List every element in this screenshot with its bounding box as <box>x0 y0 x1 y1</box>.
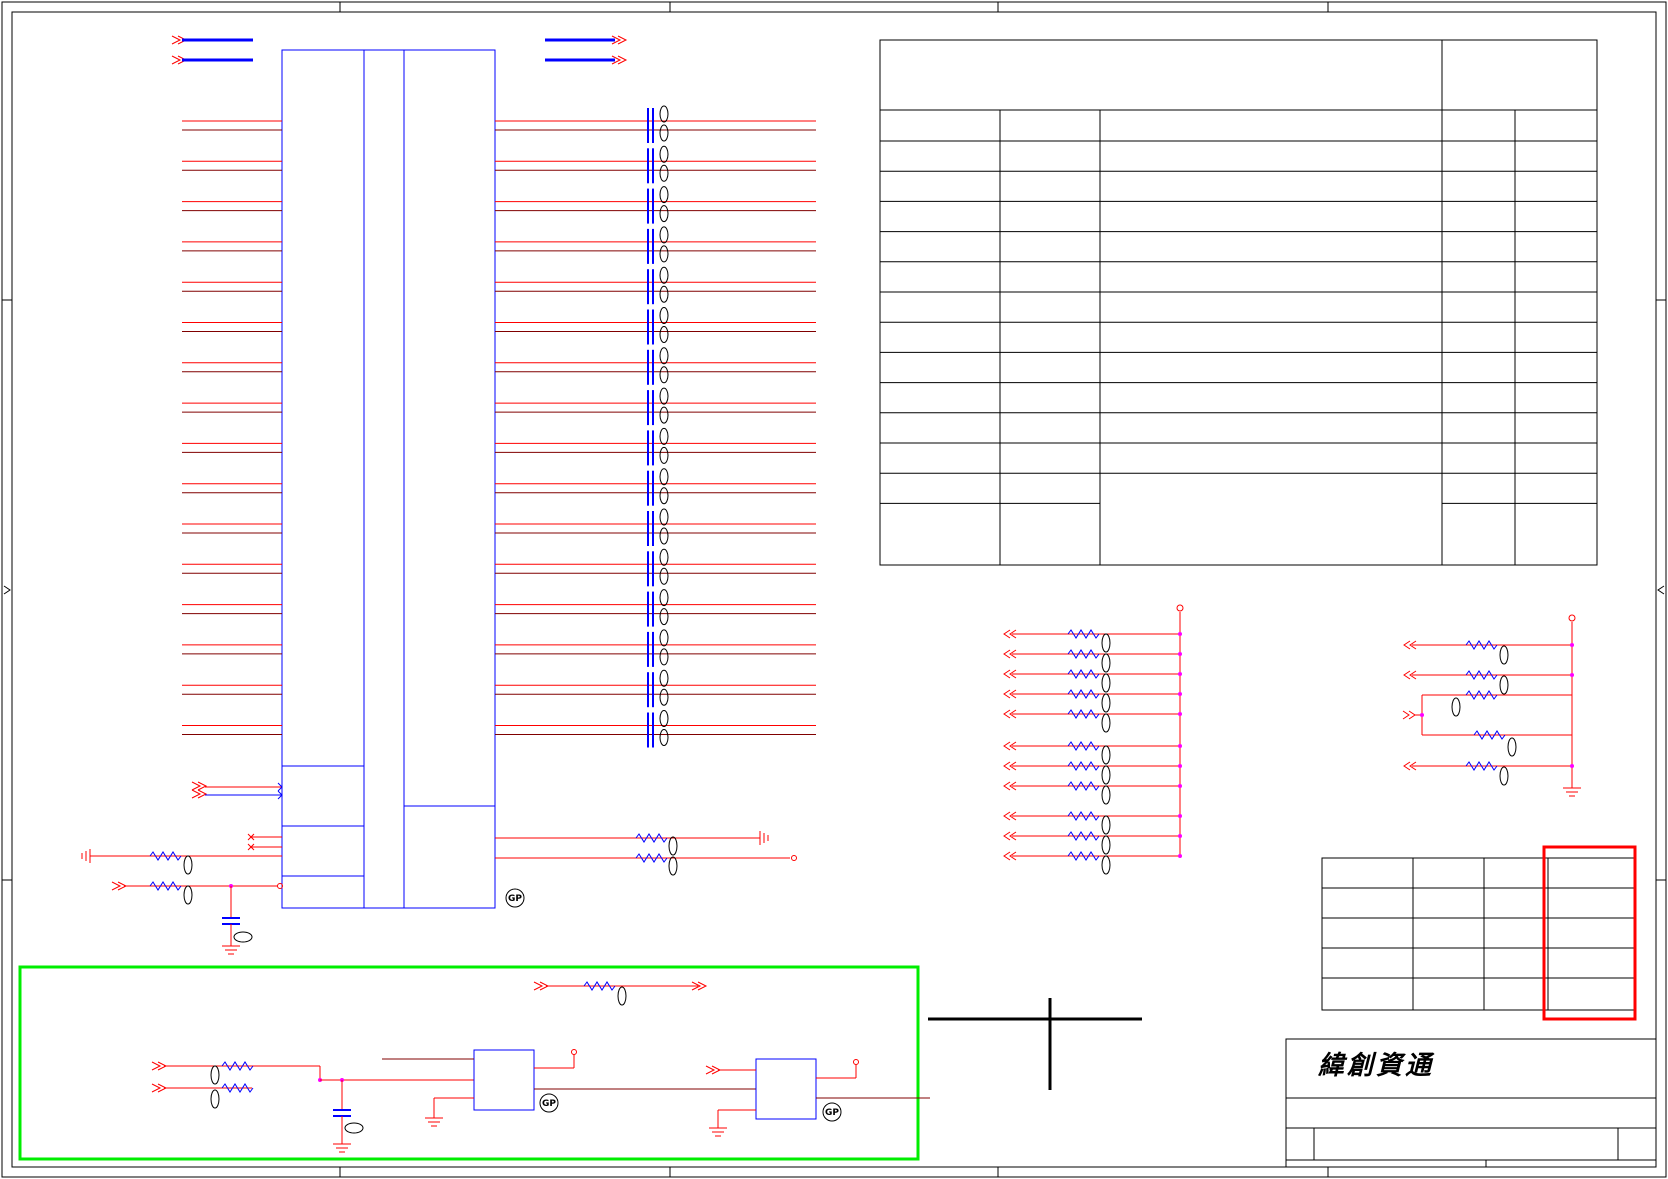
option-marker <box>1507 737 1517 757</box>
junction-dot <box>1178 632 1182 636</box>
option-marker <box>659 669 669 687</box>
top-right-buses <box>545 35 628 65</box>
junction-dot <box>1178 672 1182 676</box>
power-pin <box>1568 614 1576 622</box>
option-marker <box>1101 653 1111 673</box>
left-signal-pairs <box>182 120 282 735</box>
pullup-resistor-array <box>1003 604 1184 875</box>
option-marker <box>1101 693 1111 713</box>
option-marker <box>659 589 669 607</box>
ground-symbol <box>1563 787 1581 797</box>
option-marker <box>659 648 669 666</box>
junction-dot <box>1178 784 1182 788</box>
option-marker <box>1499 645 1509 665</box>
option-marker <box>659 468 669 486</box>
junction-dot <box>1570 673 1574 677</box>
option-marker <box>1101 713 1111 733</box>
gp-badge-label: GP <box>825 1108 839 1118</box>
option-marker <box>659 406 669 424</box>
gp-badge-label: GP <box>542 1099 556 1109</box>
option-marker <box>1101 745 1111 765</box>
junction-dot <box>1178 744 1182 748</box>
junction-dot <box>1570 643 1574 647</box>
option-marker <box>659 446 669 464</box>
option-marker <box>659 710 669 727</box>
option-marker <box>659 548 669 566</box>
junction-dot <box>1178 692 1182 696</box>
option-marker <box>659 205 669 223</box>
option-marker <box>659 508 669 526</box>
option-marker <box>659 124 669 142</box>
option-marker <box>1101 765 1111 785</box>
option-marker <box>659 487 669 505</box>
red-highlight-box <box>1542 845 1637 1021</box>
option-marker <box>659 186 669 204</box>
option-marker <box>1101 855 1111 875</box>
option-marker <box>659 307 669 324</box>
cross-mark <box>928 998 1142 1090</box>
option-marker <box>659 387 669 405</box>
junction-dot <box>1178 652 1182 656</box>
option-marker <box>1101 785 1111 805</box>
junction-dot <box>1420 713 1424 717</box>
green-region-circuit <box>151 981 930 1153</box>
junction-dot <box>1178 764 1182 768</box>
option-marker <box>659 245 669 263</box>
right-signal-pairs <box>495 105 816 748</box>
ic-right-lower-pins: GP <box>495 831 797 908</box>
option-marker <box>659 688 669 706</box>
main-ic <box>281 49 496 909</box>
spec-table-rows <box>880 140 1597 504</box>
option-marker <box>659 285 669 303</box>
option-marker <box>659 266 669 284</box>
schematic-sheet: GP 緯創資通 GP GP <box>1 1 1667 1178</box>
top-left-buses <box>171 35 253 65</box>
option-marker <box>659 608 669 626</box>
sheet-border <box>1 1 1667 1178</box>
option-marker <box>1101 633 1111 653</box>
junction-dot <box>1570 764 1574 768</box>
junction-dot <box>1178 834 1182 838</box>
option-marker <box>659 629 669 647</box>
right-resistor-group <box>1402 614 1581 797</box>
option-marker <box>659 729 669 746</box>
option-marker <box>659 427 669 445</box>
option-table <box>1321 857 1635 1011</box>
option-marker <box>1101 815 1111 835</box>
gp-badge-label: GP <box>508 894 522 904</box>
option-marker <box>659 347 669 365</box>
ic-control-pins <box>81 781 283 955</box>
option-marker <box>1451 697 1461 717</box>
company-name: 緯創資通 <box>1317 1051 1435 1081</box>
option-marker <box>659 105 669 123</box>
power-pin <box>1176 604 1184 612</box>
option-marker <box>659 567 669 585</box>
option-marker <box>1101 673 1111 693</box>
option-marker <box>1499 766 1509 786</box>
option-marker <box>659 145 669 163</box>
spec-table <box>879 39 1598 566</box>
net-flag <box>1402 710 1416 720</box>
option-marker <box>659 326 669 343</box>
junction-dot <box>1178 712 1182 716</box>
option-marker <box>659 226 669 244</box>
junction-dot <box>1178 814 1182 818</box>
option-marker <box>659 366 669 384</box>
junction-dot <box>1178 854 1182 858</box>
option-marker <box>659 164 669 182</box>
option-marker <box>1101 835 1111 855</box>
option-marker <box>659 527 669 545</box>
option-marker <box>1499 675 1509 695</box>
